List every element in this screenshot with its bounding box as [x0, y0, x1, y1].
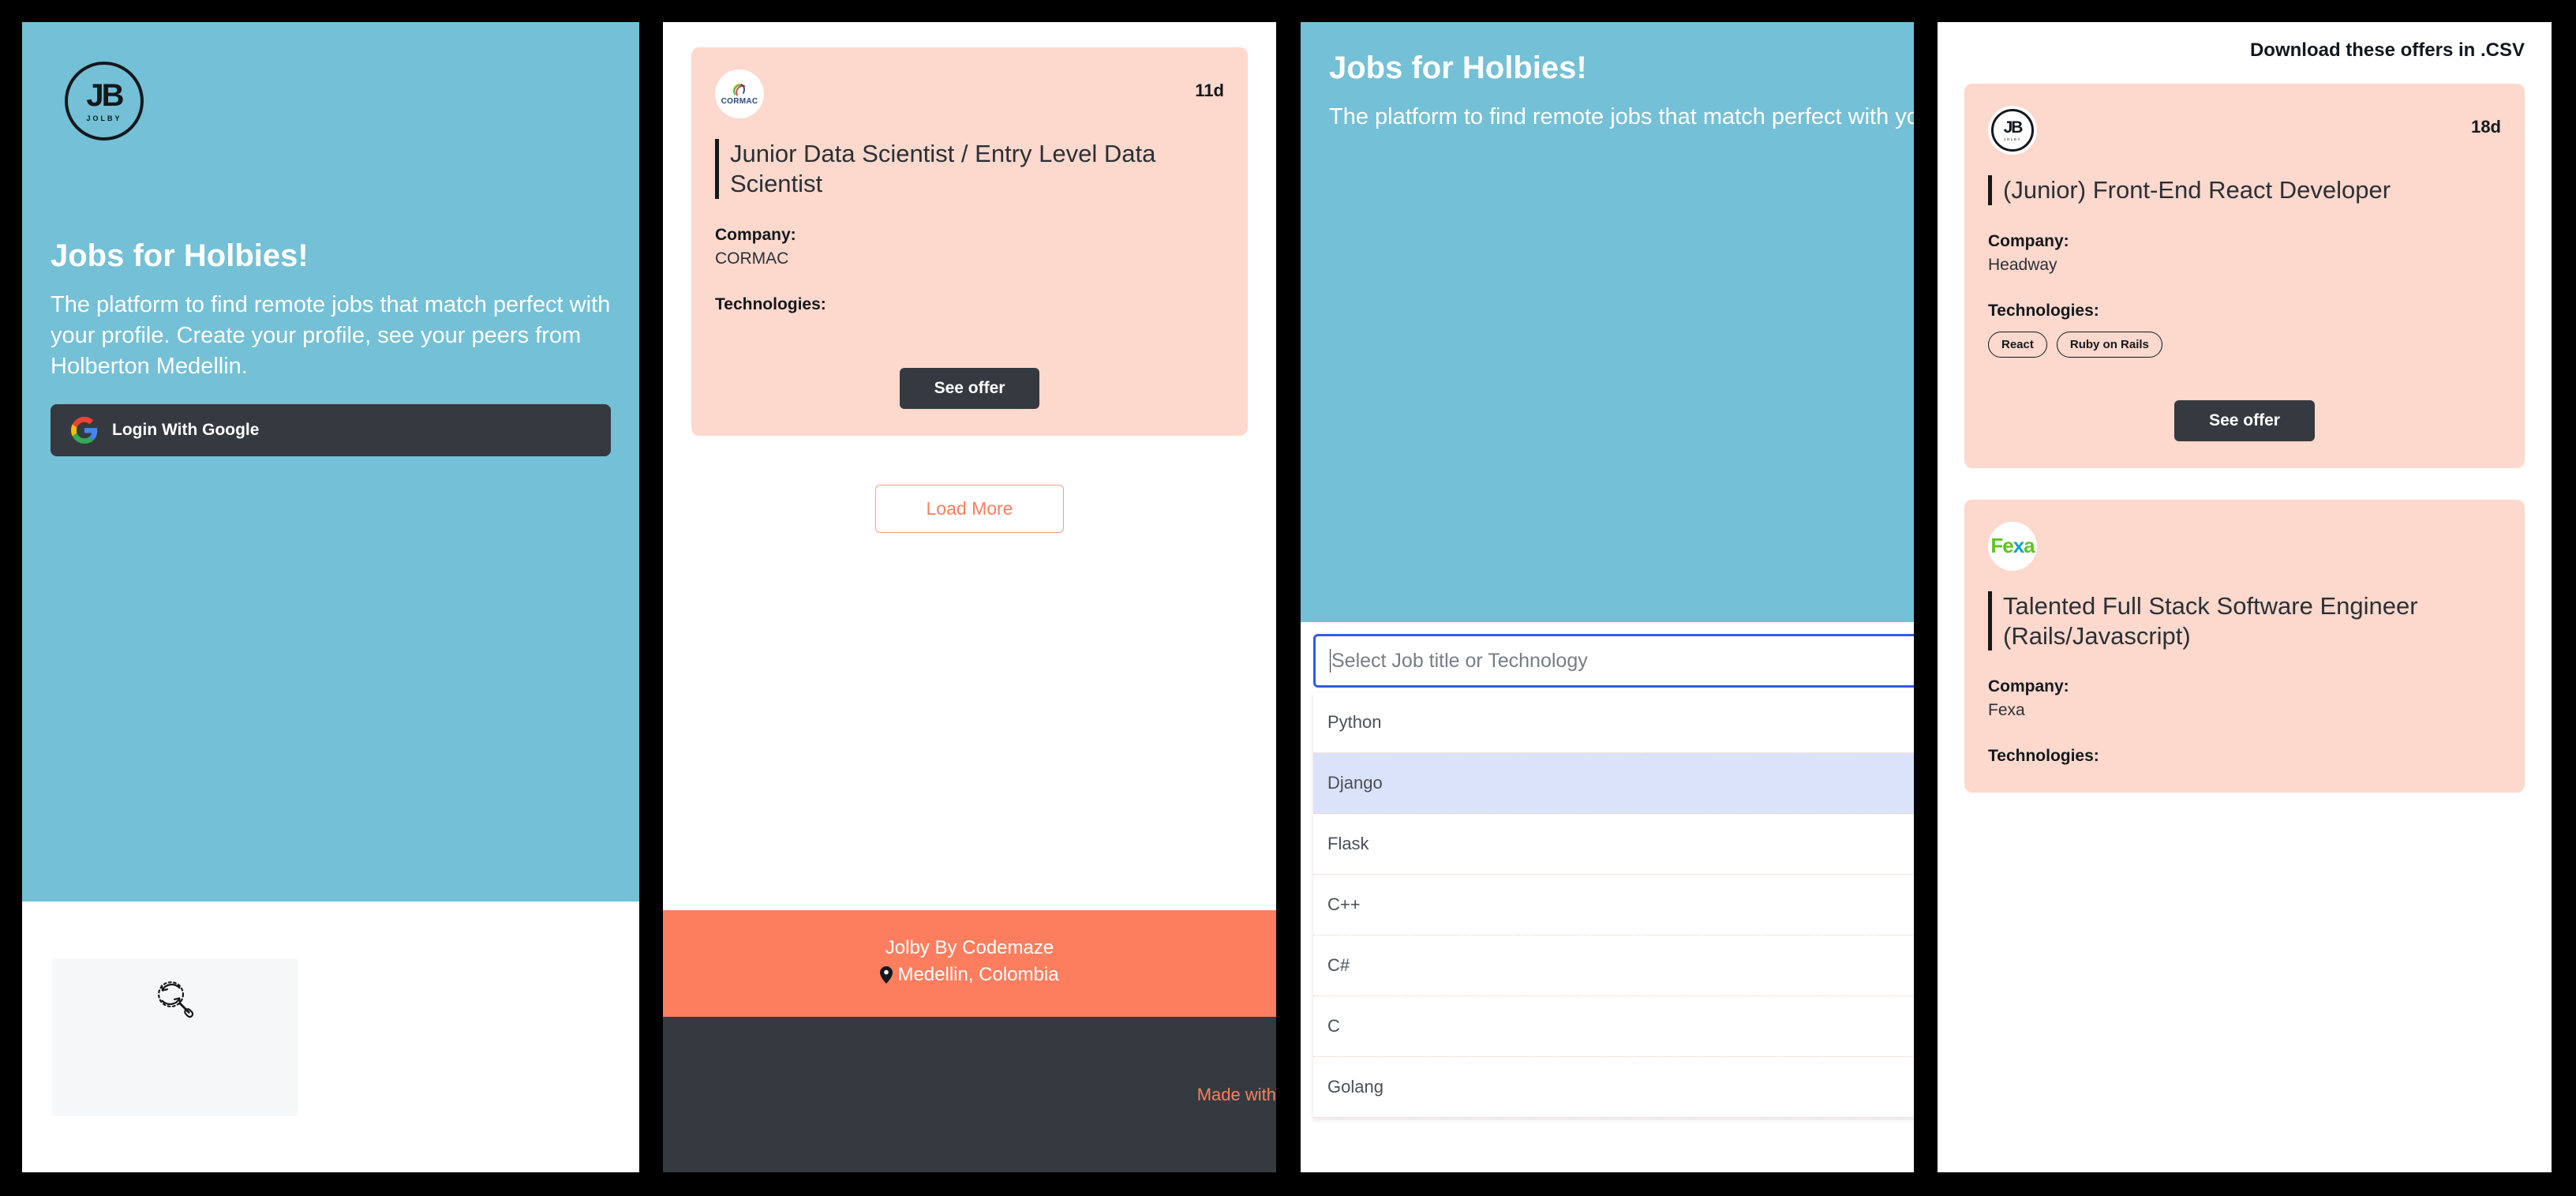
company-value: CORMAC	[715, 249, 789, 268]
logo-wordmark: JOLBY	[2003, 137, 2022, 141]
job-card-header: Fexa	[1988, 521, 2501, 571]
hero-section: JB JOLBY Jobs for Holbies! The platform …	[22, 22, 639, 902]
map-pin-icon	[880, 966, 893, 984]
select-option[interactable]: Python	[1313, 692, 1914, 753]
technologies-label: Technologies:	[1988, 301, 2099, 320]
job-card-header: CORMAC 11d	[715, 69, 1224, 118]
panel-job-list: CORMAC 11d Junior Data Scientist / Entry…	[663, 22, 1276, 1172]
cormac-mark-icon	[732, 83, 746, 96]
search-empty-state-card	[52, 958, 298, 1116]
footer-credit-bar: Made with	[663, 1017, 1276, 1172]
company-label: Company:	[1988, 231, 2069, 250]
technologies-label: Technologies:	[715, 294, 826, 313]
job-title: Talented Full Stack Software Engineer (R…	[1988, 591, 2501, 651]
job-card[interactable]: JB JOLBY 18d (Junior) Front-End React De…	[1964, 84, 2525, 468]
technologies-label: Technologies:	[1988, 747, 2099, 766]
select-option[interactable]: Golang	[1313, 1057, 1914, 1118]
select-placeholder: Select Job title or Technology	[1331, 649, 1588, 672]
technology-tag[interactable]: React	[1988, 331, 2047, 358]
hero-subtitle: The platform to find remote jobs that ma…	[51, 292, 611, 380]
job-card[interactable]: Fexa Talented Full Stack Software Engine…	[1964, 499, 2525, 793]
login-with-google-button[interactable]: Login With Google	[51, 404, 611, 457]
made-with-text: Made with	[1196, 1084, 1276, 1104]
company-label: Company:	[1988, 677, 2069, 696]
see-offer-button[interactable]: See offer	[899, 367, 1040, 409]
text-cursor	[1330, 649, 1331, 673]
logo-wordmark: JOLBY	[86, 114, 122, 122]
select-option[interactable]: Django	[1313, 753, 1914, 814]
login-button-label: Login With Google	[112, 421, 260, 440]
download-csv-link[interactable]: Download these offers in .CSV	[1938, 22, 2552, 62]
panel4-cards: JB JOLBY 18d (Junior) Front-End React De…	[1938, 62, 2552, 793]
load-more-button[interactable]: Load More	[874, 484, 1065, 533]
job-title: Junior Data Scientist / Entry Level Data…	[715, 139, 1224, 199]
footer-location-text: Medellin, Colombia	[897, 964, 1059, 985]
google-g-icon	[71, 417, 98, 444]
job-card[interactable]: CORMAC 11d Junior Data Scientist / Entry…	[691, 47, 1248, 436]
jolby-logo: JB JOLBY	[65, 62, 144, 141]
cormac-logo-text: CORMAC	[721, 96, 758, 106]
job-card-header: JB JOLBY 18d	[1988, 106, 2501, 155]
posted-age-badge: 18d	[2471, 117, 2501, 137]
select-option[interactable]: C++	[1313, 875, 1914, 935]
company-value: Headway	[1988, 255, 2057, 274]
panel-search-dropdown: Jobs for Holbies! The platform to find r…	[1301, 22, 1914, 1172]
fexa-logo-text: Fexa	[1990, 534, 2035, 558]
panel-landing: JB JOLBY Jobs for Holbies! The platform …	[22, 22, 639, 1172]
cormac-logo: CORMAC	[715, 69, 764, 118]
logo-initials: JB	[2003, 118, 2024, 137]
company-label: Company:	[715, 225, 796, 244]
job-technology-select[interactable]: Select Job title or Technology	[1313, 634, 1914, 688]
logo-initials: JB	[86, 78, 124, 113]
select-option[interactable]: Flask	[1313, 814, 1914, 875]
refresh-search-icon	[152, 976, 198, 1022]
technology-tag[interactable]: Ruby on Rails	[2056, 331, 2162, 358]
page-title: Jobs for Holbies!	[51, 238, 309, 273]
see-offer-button[interactable]: See offer	[2174, 399, 2315, 441]
select-options-dropdown[interactable]: Python Django Flask C++ C# C Golang	[1313, 692, 1914, 1118]
company-value: Fexa	[1988, 701, 2025, 720]
footer-brand-bar: Jolby By Codemaze Medellin, Colombia	[663, 910, 1276, 1017]
page-title: Jobs for Holbies!	[1329, 51, 1587, 85]
job-title: (Junior) Front-End React Developer	[1988, 175, 2501, 205]
footer-brand-name: Jolby By Codemaze	[885, 937, 1054, 958]
panel2-body: CORMAC 11d Junior Data Scientist / Entry…	[663, 22, 1276, 533]
posted-age-badge: 11d	[1195, 81, 1224, 100]
panel-offers-list: Download these offers in .CSV JB JOLBY 1…	[1938, 22, 2552, 1172]
fexa-logo: Fexa	[1988, 521, 2037, 571]
select-option[interactable]: C#	[1313, 935, 1914, 996]
footer-location: Medellin, Colombia	[663, 964, 1276, 986]
hero-section-compact: Jobs for Holbies! The platform to find r…	[1301, 22, 1914, 622]
hero-subtitle: The platform to find remote jobs that ma…	[1329, 104, 1914, 129]
select-option[interactable]: C	[1313, 996, 1914, 1057]
technology-tag-list: React Ruby on Rails	[1988, 331, 2501, 358]
screenshot-stage: JB JOLBY Jobs for Holbies! The platform …	[0, 0, 2576, 1196]
panel1-content-area	[22, 902, 639, 1172]
jolby-logo: JB JOLBY	[1988, 106, 2037, 155]
